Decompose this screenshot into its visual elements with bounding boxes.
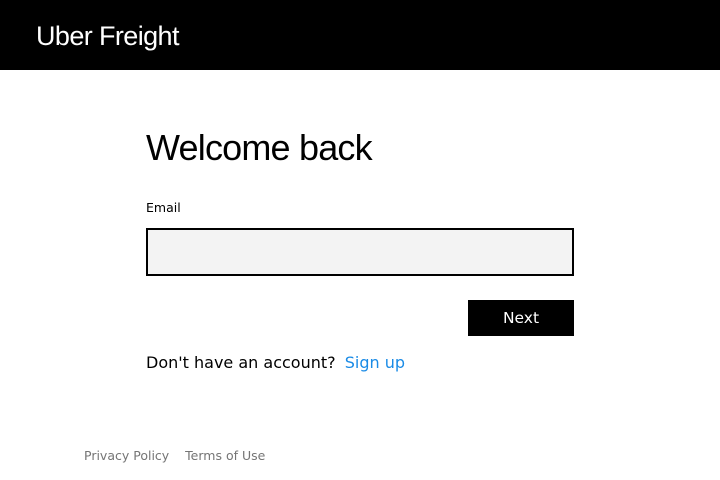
signup-prompt: Don't have an account? Sign up <box>146 351 405 375</box>
no-account-text: Don't have an account? <box>146 353 336 372</box>
uber-freight-logo[interactable]: Uber Freight <box>36 19 179 53</box>
privacy-policy-link[interactable]: Privacy Policy <box>84 448 169 463</box>
email-label: Email <box>146 200 181 215</box>
top-header-bar: Uber Freight <box>0 0 720 70</box>
terms-of-use-link[interactable]: Terms of Use <box>185 448 265 463</box>
footer: Privacy Policy Terms of Use <box>84 447 265 465</box>
next-button[interactable]: Next <box>468 300 574 336</box>
page-title: Welcome back <box>146 127 373 168</box>
email-field[interactable] <box>146 228 574 276</box>
sign-up-link[interactable]: Sign up <box>345 353 405 372</box>
